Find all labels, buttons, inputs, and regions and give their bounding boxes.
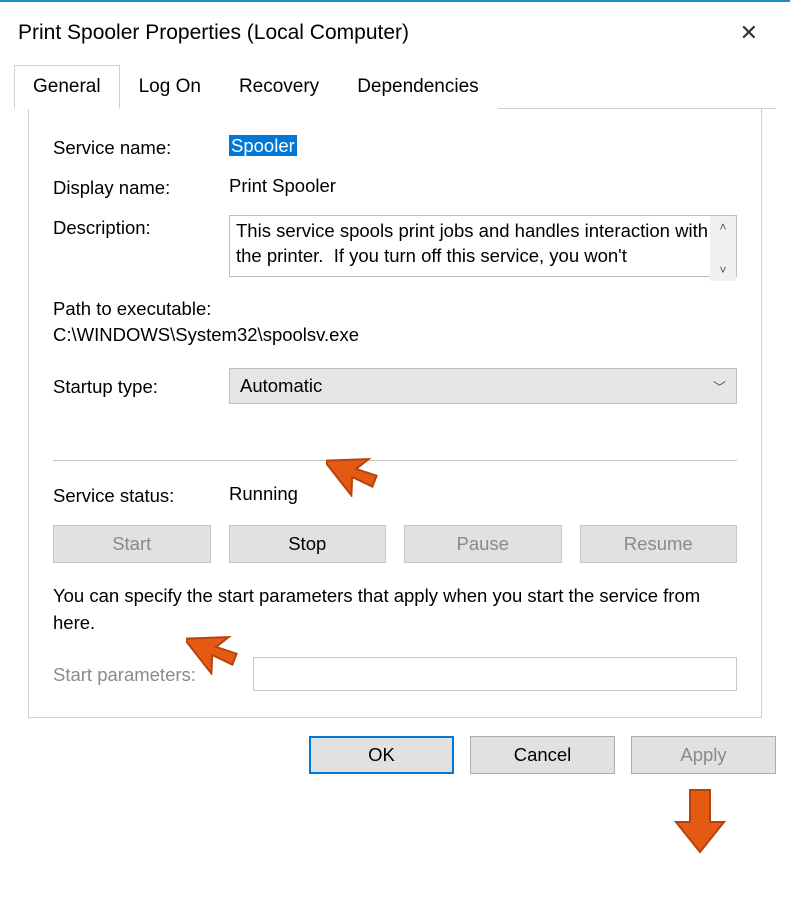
tab-strip: General Log On Recovery Dependencies <box>14 64 776 109</box>
startup-type-select[interactable]: Automatic ﹀ <box>229 368 737 404</box>
description-box[interactable] <box>229 215 737 277</box>
service-status-value: Running <box>229 483 737 505</box>
tab-general[interactable]: General <box>14 65 120 109</box>
titlebar: Print Spooler Properties (Local Computer… <box>0 2 790 64</box>
description-scrollbar[interactable]: ˄ ˅ <box>710 216 736 281</box>
startup-type-label: Startup type: <box>53 374 229 398</box>
window-title: Print Spooler Properties (Local Computer… <box>18 21 409 45</box>
scroll-down-icon[interactable]: ˅ <box>719 259 726 281</box>
service-status-label: Service status: <box>53 483 229 507</box>
start-button: Start <box>53 525 211 563</box>
start-params-input <box>253 657 737 691</box>
tab-logon[interactable]: Log On <box>120 65 220 109</box>
description-label: Description: <box>53 215 229 239</box>
dialog-button-row: OK Cancel Apply <box>0 718 790 790</box>
service-control-row: Start Stop Pause Resume <box>53 525 737 563</box>
annotation-arrow-icon <box>672 786 728 856</box>
scroll-up-icon[interactable]: ˄ <box>719 216 726 238</box>
display-name-value: Print Spooler <box>229 175 737 197</box>
cancel-button[interactable]: Cancel <box>470 736 615 774</box>
display-name-label: Display name: <box>53 175 229 199</box>
apply-button: Apply <box>631 736 776 774</box>
pause-button: Pause <box>404 525 562 563</box>
stop-button[interactable]: Stop <box>229 525 387 563</box>
chevron-down-icon: ﹀ <box>713 377 726 396</box>
start-params-label: Start parameters: <box>53 662 253 686</box>
service-name-label: Service name: <box>53 135 229 159</box>
tab-dependencies[interactable]: Dependencies <box>338 65 497 109</box>
tab-recovery[interactable]: Recovery <box>220 65 338 109</box>
close-icon[interactable]: ✕ <box>730 16 768 50</box>
resume-button: Resume <box>580 525 738 563</box>
ok-button[interactable]: OK <box>309 736 454 774</box>
general-panel: Service name: Spooler Display name: Prin… <box>28 109 762 718</box>
path-exec-value: C:\WINDOWS\System32\spoolsv.exe <box>53 324 737 346</box>
divider <box>53 460 737 461</box>
service-name-value: Spooler <box>229 135 737 157</box>
path-exec-label: Path to executable: <box>53 298 737 320</box>
start-params-help: You can specify the start parameters tha… <box>53 583 737 637</box>
startup-type-value: Automatic <box>240 375 322 397</box>
